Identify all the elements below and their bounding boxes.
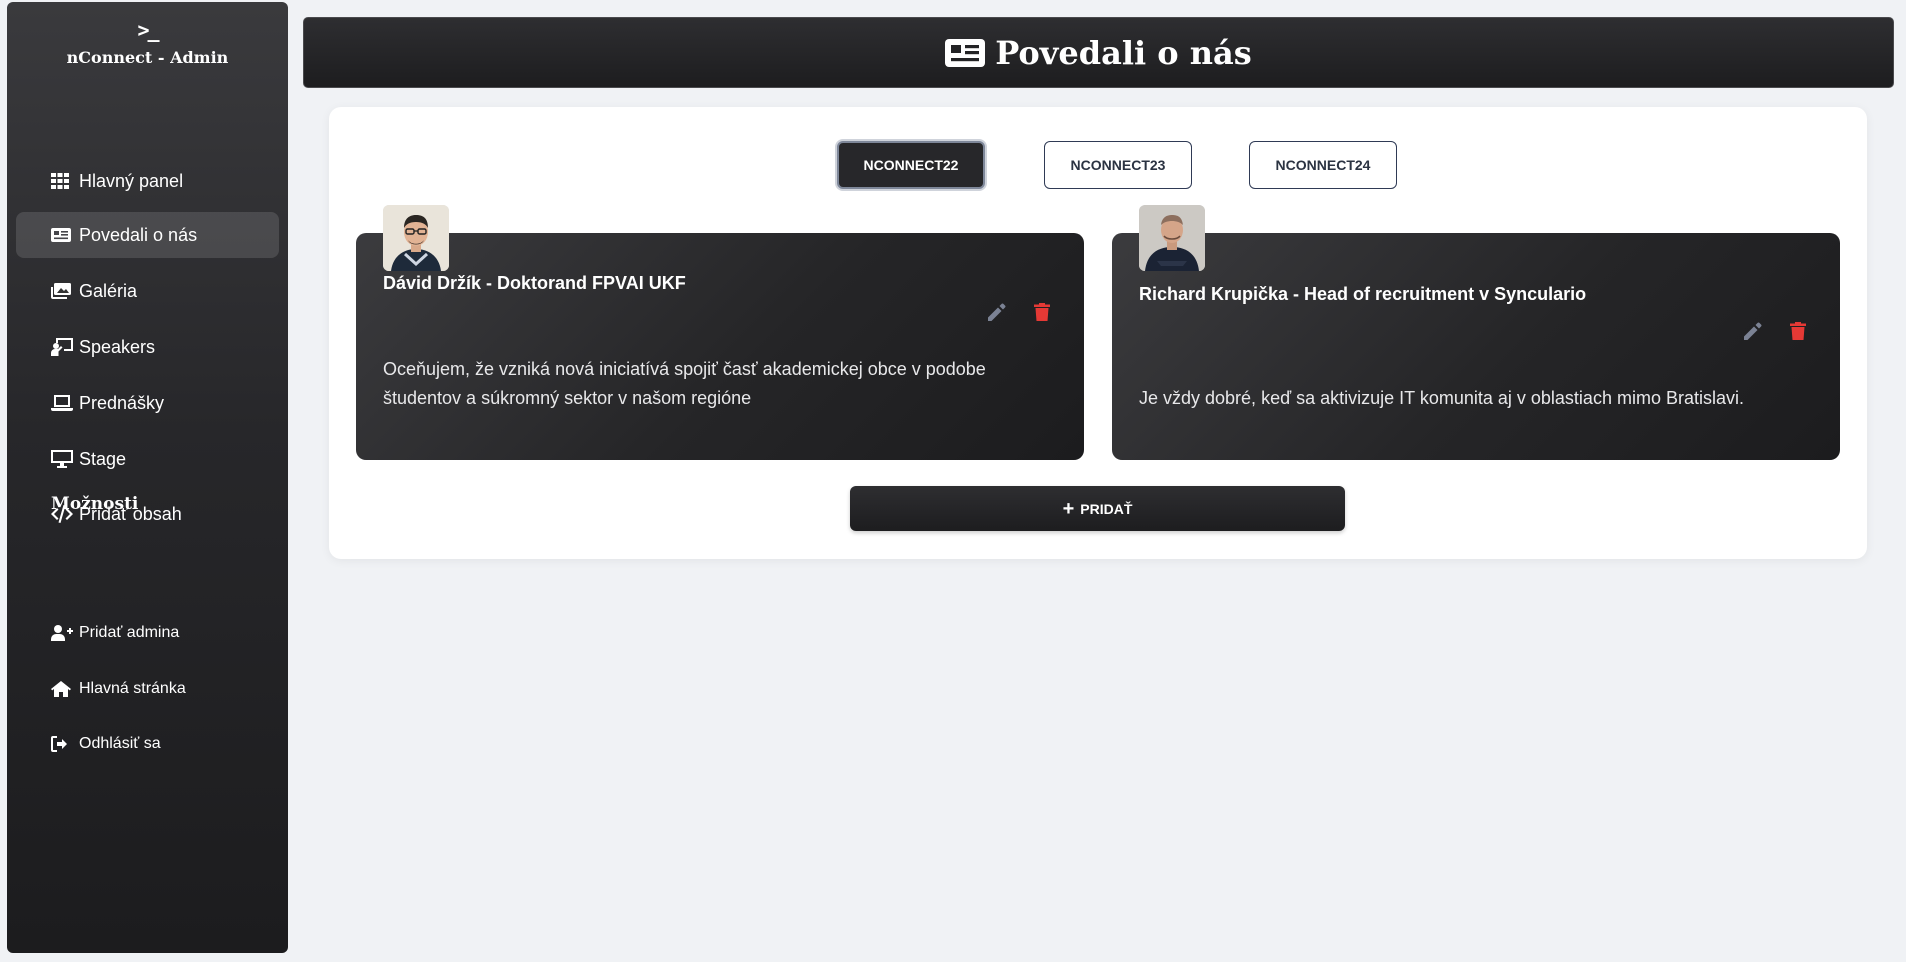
tab-nconnect23[interactable]: NCONNECT23	[1044, 141, 1192, 189]
home-icon	[51, 680, 73, 698]
brand-title: nConnect - Admin	[66, 48, 229, 67]
newspaper-icon	[945, 38, 986, 67]
add-button-label: PRIDAŤ	[1080, 500, 1133, 517]
testimonial-quote: Oceňujem, že vzniká nová iniciatívá spoj…	[383, 359, 986, 408]
images-icon	[51, 282, 73, 300]
testimonials-panel: NCONNECT22 NCONNECT23 NCONNECT24 Dávid D…	[329, 107, 1867, 559]
page-title: Povedali o nás	[995, 33, 1252, 72]
sidebar-item-hlavny-panel[interactable]: Hlavný panel	[16, 158, 279, 204]
add-button[interactable]: + PRIDAŤ	[850, 486, 1345, 531]
tab-nconnect22[interactable]: NCONNECT22	[837, 141, 985, 189]
sidebar-item-galeria[interactable]: Galéria	[16, 268, 279, 314]
sidebar-item-label: Pridať admina	[79, 624, 180, 641]
page-header: Povedali o nás	[303, 17, 1894, 88]
brand: >_ nConnect - Admin	[7, 2, 288, 67]
delete-icon[interactable]	[1790, 322, 1806, 340]
testimonial-card: Richard Krupička - Head of recruitment v…	[1112, 205, 1840, 460]
sidebar-item-label: Prednášky	[79, 392, 165, 413]
sidebar-item-hlavna-stranka[interactable]: Hlavná stránka	[16, 666, 279, 712]
grid-icon	[51, 172, 73, 190]
plus-icon: +	[1062, 497, 1075, 520]
sidebar-item-label: Odhlásiť sa	[79, 735, 161, 752]
laptop-icon	[51, 394, 73, 412]
sidebar-item-label: Povedali o nás	[79, 224, 198, 245]
newspaper-icon	[51, 226, 73, 244]
tab-nconnect24[interactable]: NCONNECT24	[1249, 141, 1397, 189]
sidebar-item-povedali-o-nas[interactable]: Povedali o nás	[16, 212, 279, 258]
sidebar-item-pridat-admina[interactable]: Pridať admina	[16, 610, 279, 656]
user-plus-icon	[51, 624, 73, 642]
testimonial-name: Richard Krupička - Head of recruitment v…	[1139, 284, 1587, 304]
terminal-icon: >_	[137, 18, 159, 42]
sidebar-item-label: Hlavný panel	[79, 170, 184, 191]
sidebar-item-speakers[interactable]: Speakers	[16, 324, 279, 370]
sidebar-item-odhlasit-sa[interactable]: Odhlásiť sa	[16, 721, 279, 767]
sidebar-item-label: Stage	[79, 448, 127, 469]
sidebar-item-label: Hlavná stránka	[79, 680, 186, 697]
sidebar-item-stage[interactable]: Stage	[16, 436, 279, 482]
avatar	[1139, 205, 1205, 271]
sidebar-item-label: Galéria	[79, 280, 138, 301]
sidebar-item-label: Speakers	[79, 336, 156, 357]
section-title-moznosti: Možnosti	[51, 494, 139, 514]
sidebar: >_ nConnect - Admin Hlavný panel Povedal…	[7, 2, 288, 953]
avatar	[383, 205, 449, 271]
chalkboard-teacher-icon	[51, 338, 73, 356]
edit-icon[interactable]	[988, 303, 1006, 321]
edit-icon[interactable]	[1744, 322, 1762, 340]
testimonial-card: Dávid Držík - Doktorand FPVAI UKF Oceňuj…	[356, 205, 1084, 460]
sign-out-icon	[51, 735, 73, 753]
testimonial-actions	[988, 303, 1050, 321]
delete-icon[interactable]	[1034, 303, 1050, 321]
testimonial-name: Dávid Držík - Doktorand FPVAI UKF	[383, 273, 686, 293]
desktop-icon	[51, 450, 73, 468]
sidebar-item-prednasky[interactable]: Prednášky	[16, 380, 279, 426]
testimonial-quote: Je vždy dobré, keď sa aktivizuje IT komu…	[1139, 388, 1744, 408]
testimonial-actions	[1744, 322, 1806, 340]
